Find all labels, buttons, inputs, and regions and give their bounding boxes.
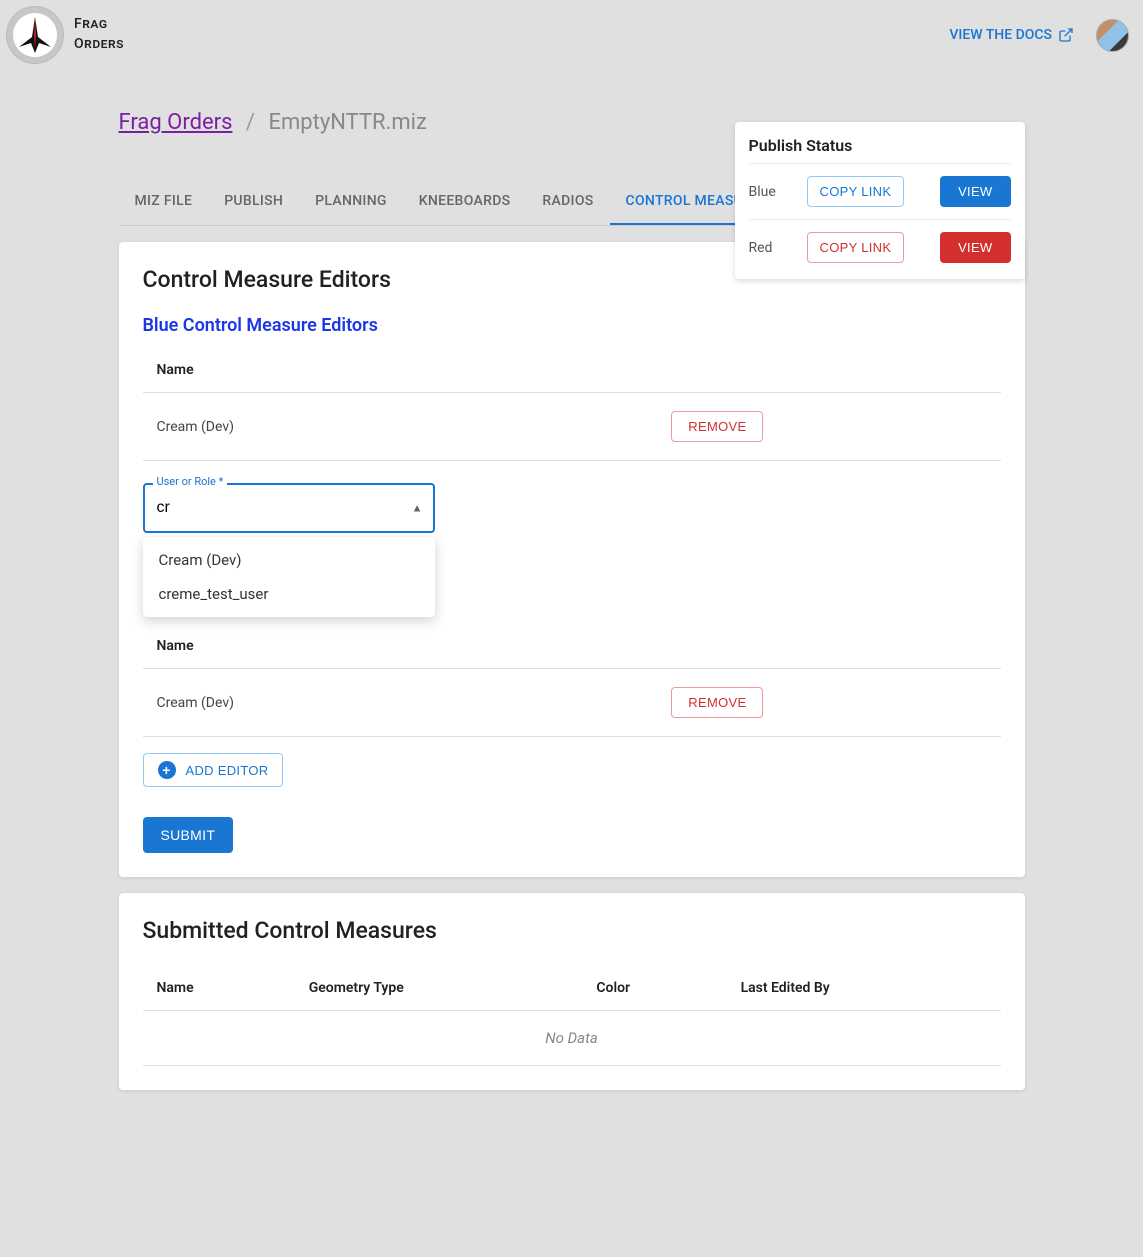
publish-status-label-red: Red [749, 240, 793, 256]
copy-link-blue-button[interactable]: COPY LINK [807, 176, 905, 207]
col-color: Color [582, 966, 726, 1011]
publish-status-card: Publish Status Blue COPY LINK VIEW Red C… [735, 122, 1025, 279]
brand-text: Frag Orders [74, 15, 124, 54]
red-editors-table: Name Cream (Dev) REMOVE [143, 624, 1001, 737]
submitted-table: Name Geometry Type Color Last Edited By [143, 966, 1001, 1011]
col-geometry-type: Geometry Type [295, 966, 583, 1011]
publish-status-row-red: Red COPY LINK VIEW [749, 219, 1011, 275]
red-name-header: Name [143, 624, 658, 669]
submit-button[interactable]: SUBMIT [143, 817, 234, 853]
copy-link-red-button[interactable]: COPY LINK [807, 232, 905, 263]
tab-radios[interactable]: RADIOS [526, 179, 609, 225]
avatar[interactable] [1096, 19, 1129, 52]
publish-status-title: Publish Status [749, 136, 1011, 155]
publish-status-row-blue: Blue COPY LINK VIEW [749, 163, 1011, 219]
brand-line2: Orders [74, 35, 124, 55]
breadcrumb-current: EmptyNTTR.miz [268, 110, 426, 135]
no-data-message: No Data [143, 1011, 1001, 1066]
view-blue-button[interactable]: VIEW [940, 176, 1010, 207]
blue-editor-name: Cream (Dev) [143, 393, 658, 461]
remove-blue-editor-button[interactable]: REMOVE [671, 411, 763, 442]
view-docs-link[interactable]: VIEW THE DOCS [949, 27, 1074, 43]
dropdown-option-creme-test-user[interactable]: creme_test_user [143, 577, 435, 611]
submitted-card: Submitted Control Measures Name Geometry… [119, 893, 1025, 1090]
brand: Frag Orders [6, 6, 124, 64]
tab-publish[interactable]: PUBLISH [208, 179, 299, 225]
dropdown-option-cream-dev[interactable]: Cream (Dev) [143, 543, 435, 577]
add-editor-label: ADD EDITOR [186, 763, 269, 778]
user-role-label: User or Role * [153, 475, 228, 488]
tab-kneeboards[interactable]: KNEEBOARDS [403, 179, 527, 225]
user-role-combobox[interactable]: User or Role * ▲ Cream (Dev) creme_test_… [143, 483, 435, 533]
user-role-dropdown: Cream (Dev) creme_test_user [143, 537, 435, 617]
table-row: Cream (Dev) REMOVE [143, 669, 1001, 737]
breadcrumb-root-link[interactable]: Frag Orders [119, 110, 233, 135]
plus-circle-icon: + [158, 761, 176, 779]
submitted-title: Submitted Control Measures [143, 917, 1001, 944]
tab-miz-file[interactable]: MIZ FILE [119, 179, 209, 225]
col-last-edited-by: Last Edited By [727, 966, 1001, 1011]
col-name: Name [143, 966, 295, 1011]
add-red-editor-button[interactable]: + ADD EDITOR [143, 753, 284, 787]
editors-card: Control Measure Editors Blue Control Mea… [119, 242, 1025, 877]
open-in-new-icon [1058, 27, 1074, 43]
breadcrumb-separator: / [246, 110, 255, 135]
publish-status-label-blue: Blue [749, 184, 793, 200]
blue-editors-title: Blue Control Measure Editors [143, 315, 1001, 336]
brand-line1: Frag [74, 15, 124, 35]
table-row: Cream (Dev) REMOVE [143, 393, 1001, 461]
logo-icon [6, 6, 64, 64]
user-role-input[interactable] [143, 483, 435, 533]
remove-red-editor-button[interactable]: REMOVE [671, 687, 763, 718]
view-docs-label: VIEW THE DOCS [949, 27, 1052, 43]
blue-editors-table: Name Cream (Dev) REMOVE [143, 348, 1001, 461]
red-editor-name: Cream (Dev) [143, 669, 658, 737]
view-red-button[interactable]: VIEW [940, 232, 1010, 263]
blue-name-header: Name [143, 348, 658, 393]
tab-planning[interactable]: PLANNING [299, 179, 403, 225]
